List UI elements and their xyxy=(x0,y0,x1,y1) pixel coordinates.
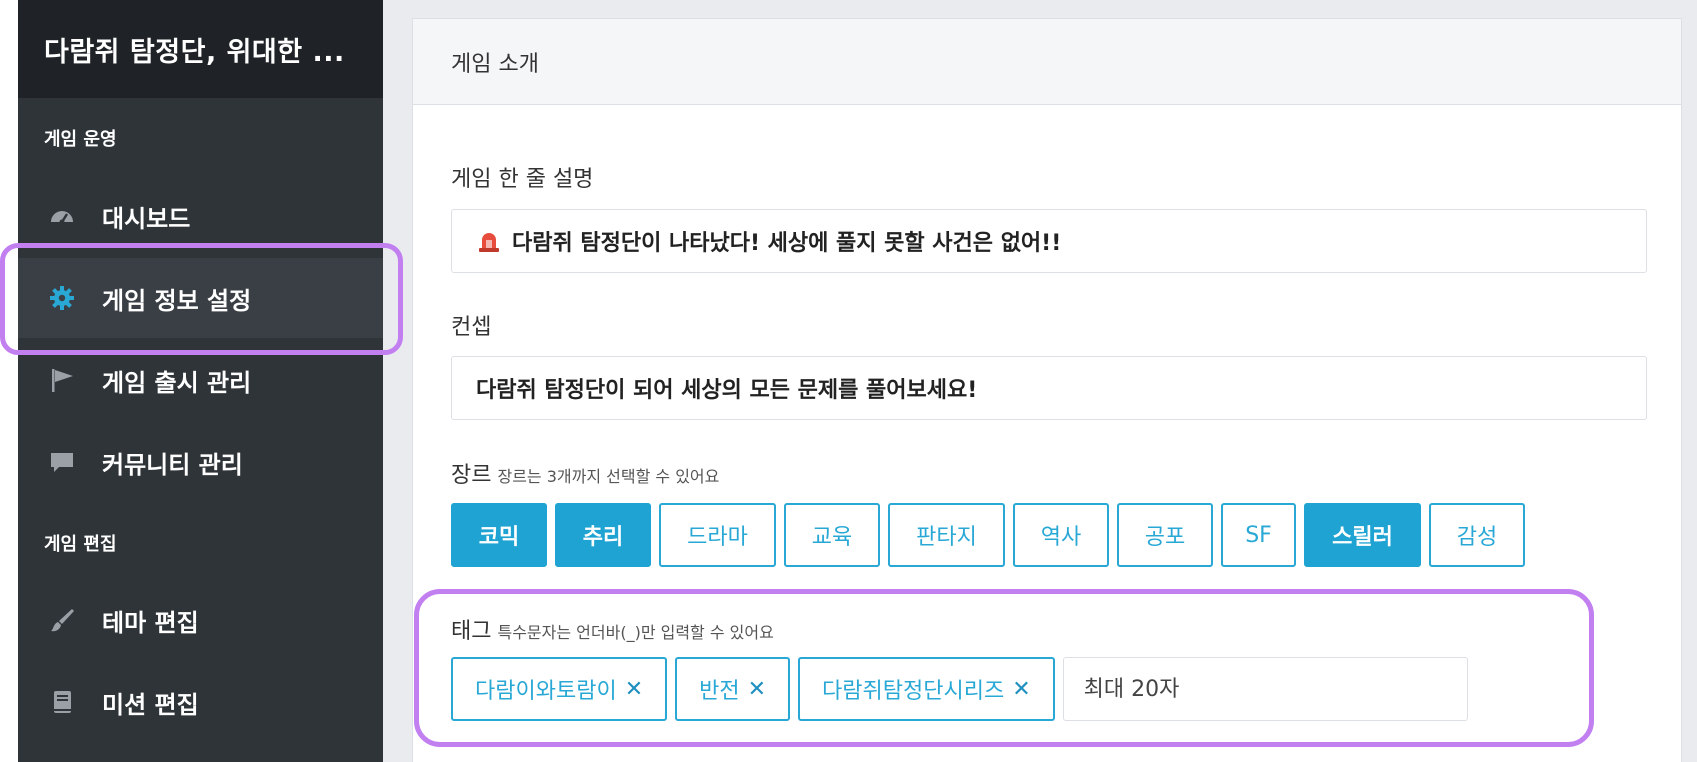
remove-tag-icon[interactable]: ✕ xyxy=(748,677,766,702)
sidebar-item-release[interactable]: 게임 출시 관리 xyxy=(18,340,383,420)
siren-icon xyxy=(476,228,502,254)
genre-option-emotional[interactable]: 감성 xyxy=(1429,503,1525,567)
sidebar-item-label: 테마 편집 xyxy=(102,608,199,637)
sidebar-item-community[interactable]: 커뮤니티 관리 xyxy=(18,422,383,502)
remove-tag-icon[interactable]: ✕ xyxy=(1012,677,1030,702)
genre-label: 장르 xyxy=(451,463,492,488)
tag-input[interactable] xyxy=(1062,657,1468,721)
sidebar-item-theme[interactable]: 테마 편집 xyxy=(18,580,383,660)
tag-label-row: 태그 특수문자는 언더바(_)만 입력할 수 있어요 xyxy=(451,613,774,645)
book-icon xyxy=(48,688,76,716)
chat-bubble-icon xyxy=(48,448,76,476)
remove-tag-icon[interactable]: ✕ xyxy=(625,677,643,702)
flag-icon xyxy=(48,366,76,394)
genre-option-comic[interactable]: 코믹 xyxy=(451,503,547,567)
sidebar-item-label: 대시보드 xyxy=(102,204,191,233)
sidebar-game-title[interactable]: 다람쥐 탐정단, 위대한 ... xyxy=(18,0,383,98)
tag-chip-label: 다람이와토람이 xyxy=(475,679,617,704)
genre-option-drama[interactable]: 드라마 xyxy=(659,503,776,567)
sidebar-item-label: 게임 정보 설정 xyxy=(102,286,252,315)
tag-chip: 다람이와토람이 ✕ xyxy=(451,657,668,721)
concept-field[interactable]: 다람쥐 탐정단이 되어 세상의 모든 문제를 풀어보세요! xyxy=(451,356,1647,420)
tag-list: 다람이와토람이 ✕ 반전 ✕ 다람쥐탐정단시리즈 ✕ xyxy=(451,657,1468,721)
one-line-description-field[interactable]: 다람쥐 탐정단이 나타났다! 세상에 풀지 못할 사건은 없어!! xyxy=(451,209,1647,273)
section-label-edit: 게임 편집 xyxy=(44,534,117,555)
game-intro-card: 게임 소개 게임 한 줄 설명 다람쥐 탐정단이 나타났다! 세상에 풀지 못할… xyxy=(412,18,1682,762)
one-line-description-value: 다람쥐 탐정단이 나타났다! 세상에 풀지 못할 사건은 없어!! xyxy=(512,231,1062,256)
tag-chip-label: 다람쥐탐정단시리즈 xyxy=(822,679,1005,704)
gear-icon xyxy=(48,284,76,312)
concept-label: 컨셉 xyxy=(451,315,492,340)
genre-option-fantasy[interactable]: 판타지 xyxy=(888,503,1005,567)
genre-option-history[interactable]: 역사 xyxy=(1013,503,1109,567)
sidebar-item-label: 게임 출시 관리 xyxy=(102,368,252,397)
tag-chip: 반전 ✕ xyxy=(675,657,791,721)
genre-option-education[interactable]: 교육 xyxy=(784,503,880,567)
one-line-label: 게임 한 줄 설명 xyxy=(451,167,594,192)
tag-hint: 특수문자는 언더바(_)만 입력할 수 있어요 xyxy=(497,623,774,642)
section-label-operation: 게임 운영 xyxy=(44,129,117,150)
genre-option-mystery[interactable]: 추리 xyxy=(555,503,651,567)
paintbrush-icon xyxy=(48,606,76,634)
sidebar-item-label: 미션 편집 xyxy=(102,690,199,719)
concept-value: 다람쥐 탐정단이 되어 세상의 모든 문제를 풀어보세요! xyxy=(476,378,978,403)
genre-options: 코믹 추리 드라마 교육 판타지 역사 공포 SF 스릴러 감성 xyxy=(451,503,1525,567)
tag-label: 태그 xyxy=(451,619,492,644)
genre-option-horror[interactable]: 공포 xyxy=(1117,503,1213,567)
tag-chip-label: 반전 xyxy=(699,679,740,704)
left-edge xyxy=(0,0,18,762)
genre-option-thriller[interactable]: 스릴러 xyxy=(1304,503,1421,567)
sidebar-item-dashboard[interactable]: 대시보드 xyxy=(18,176,383,256)
card-title: 게임 소개 xyxy=(413,19,1681,105)
sidebar: 다람쥐 탐정단, 위대한 ... 게임 운영 대시보드 게임 정보 설정 게임 … xyxy=(18,0,383,762)
genre-hint: 장르는 3개까지 선택할 수 있어요 xyxy=(497,467,720,486)
dashboard-gauge-icon xyxy=(48,202,76,230)
tag-chip: 다람쥐탐정단시리즈 ✕ xyxy=(798,657,1055,721)
genre-option-sf[interactable]: SF xyxy=(1221,503,1296,567)
genre-label-row: 장르 장르는 3개까지 선택할 수 있어요 xyxy=(451,457,719,489)
sidebar-item-game-info[interactable]: 게임 정보 설정 xyxy=(18,258,383,338)
sidebar-item-label: 커뮤니티 관리 xyxy=(102,450,243,479)
sidebar-item-mission[interactable]: 미션 편집 xyxy=(18,662,383,742)
